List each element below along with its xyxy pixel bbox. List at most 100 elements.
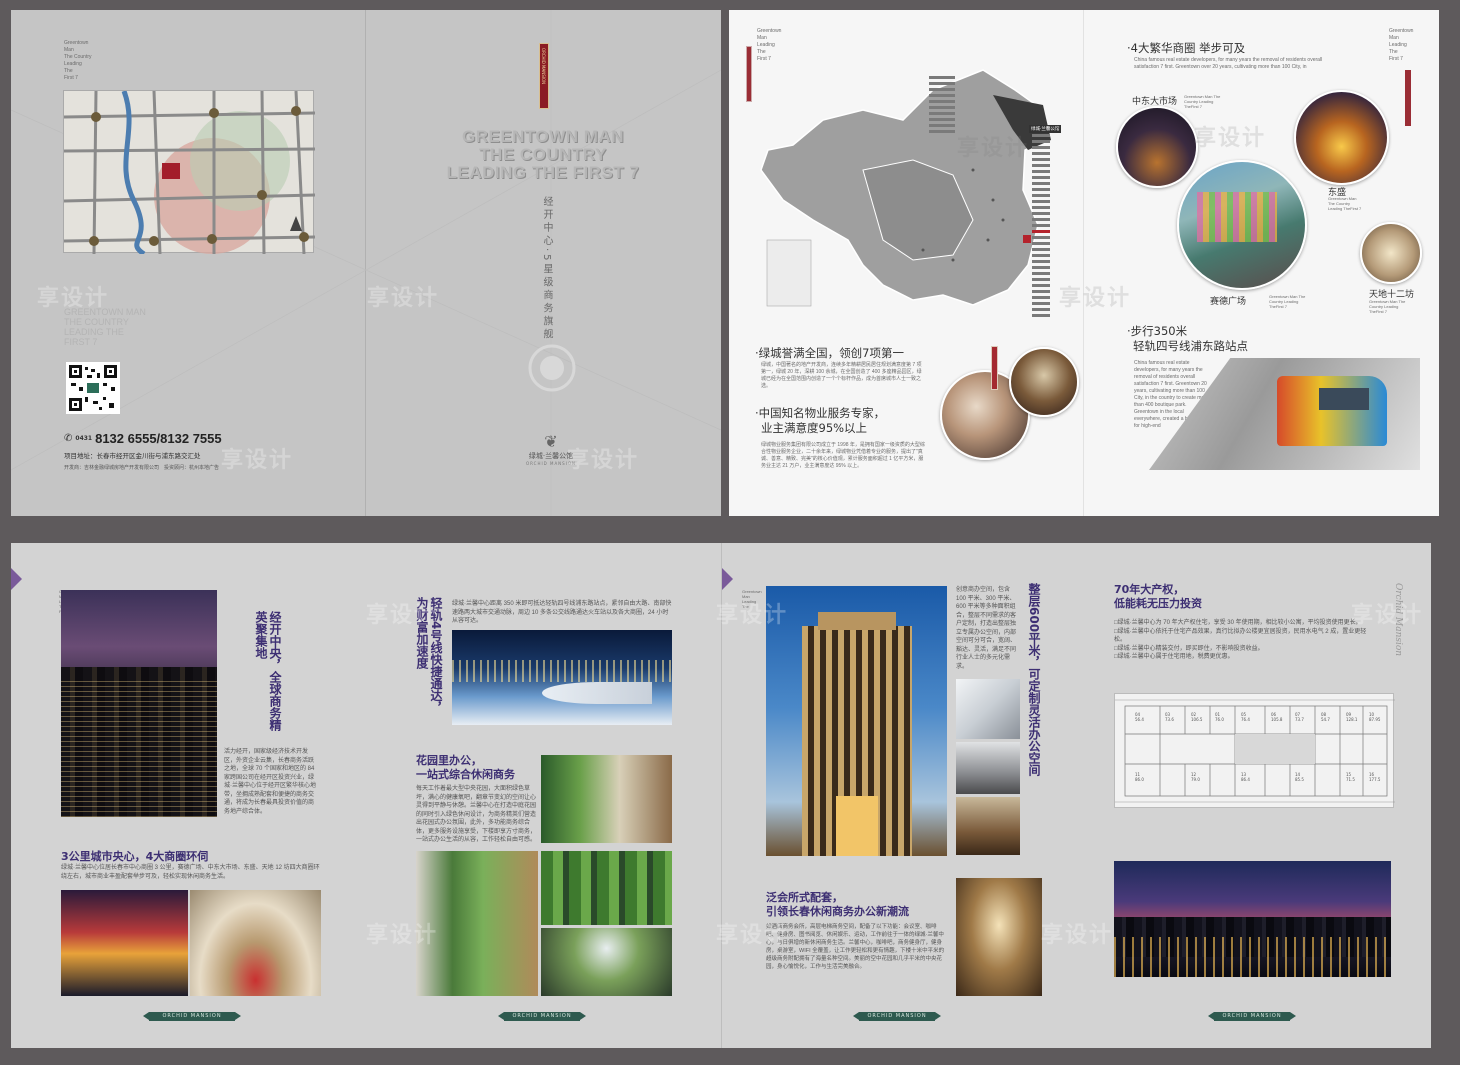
unit-label: 13 86.4	[1241, 772, 1250, 782]
unit-label: 07 73.7	[1295, 712, 1304, 722]
lobby-desk-photo	[956, 742, 1020, 794]
china-map	[760, 69, 1051, 307]
watermark: 享设计	[1194, 126, 1267, 151]
watermark: 享设计	[37, 286, 110, 311]
district-photo-saide	[1177, 160, 1307, 290]
body2-p3: 如酒店商务会所，高层电梯商务空间，配备了以下功能：会议室、咖啡吧、健身房、图书阅…	[766, 924, 945, 970]
fold-line	[1083, 10, 1084, 516]
watermark: 享设计	[221, 448, 294, 473]
label-en-dongsheng: Greentown Man The Country Leading TheFir…	[1328, 196, 1362, 211]
body-p1: 活力经开，国家级经济技术开发区，外资企业云集，长春商务活跃之地，全球 70 个国…	[224, 749, 316, 815]
cover-title: GREENTOWN MAN THE COUNTRY LEADING THE FI…	[446, 127, 640, 182]
watermark: 享设计	[1059, 286, 1132, 311]
service-photo-circle-small	[1009, 347, 1079, 417]
unit-label: 08 54.7	[1321, 712, 1330, 722]
unit-label: 03 73.6	[1165, 712, 1174, 722]
vertical-heading-p3: 整层600平米，可定制灵活办公空间	[1027, 583, 1041, 777]
heading-p4: 70年大产权， 低能耗无压力投资	[1114, 583, 1202, 610]
body-p3: 创意商办空间，包含 100 平米、300 平米、600 平米等多种面积组合，整层…	[956, 587, 1017, 670]
bullets-p4: □绿城·兰馨中心为 70 年大产权住宅，享受 30 年使用期，相比较小公寓，平均…	[1114, 620, 1367, 660]
heading2-p1: 3公里城市央心，4大商圈环伺	[61, 850, 209, 863]
heading-light-rail: ·步行350米 轻轨四号线浦东路站点	[1127, 324, 1248, 353]
project-address: 项目地址：长春市经开区金川街与浦东路交汇处	[64, 452, 201, 460]
inner-spread-2: GreentownManLeadingTheFirst 7 经开中央，全球商务精…	[11, 543, 1431, 1048]
unit-label: 06 105.8	[1271, 712, 1283, 722]
city-lights	[61, 677, 217, 817]
en-four-districts: China famous real estate developers, for…	[1134, 57, 1323, 70]
cover-small-english: Greentown Man The Country Leading The First 7	[64, 40, 92, 81]
panorama-lights	[1114, 937, 1391, 977]
city-list-upper	[929, 76, 959, 140]
bookmark-ribbon	[1405, 70, 1411, 126]
footer-ribbon-p4: ORCHID MANSION	[1208, 1012, 1296, 1021]
unit-label: 14 85.5	[1295, 772, 1304, 782]
inner-spread-1: Greentown Man Leading The First 7 绿城·兰馨公馆 ·绿…	[729, 10, 1439, 516]
location-map	[63, 90, 316, 257]
phone-icon: ✆	[64, 433, 73, 444]
heading2-p3: 泛会所式配套， 引领长春休闲商务办公新潮流	[766, 891, 909, 918]
watermark: 享设计	[957, 136, 1030, 161]
label-saide: 赛德广场	[1210, 297, 1247, 307]
district-photo-tiandi	[1360, 222, 1422, 284]
city-label-list	[1032, 128, 1052, 328]
page-tab-right	[722, 568, 733, 590]
tower-entrance	[836, 796, 878, 856]
flower-facade	[1197, 192, 1277, 242]
cover-ribbon-bookmark: ORCHID MANSION	[539, 43, 549, 109]
body-property-service: 绿城物业服务集团有限公司成立于 1998 年，是拥有国家一级资质的大型综合性物业…	[761, 442, 925, 469]
cover-vertical-slogan: 经开中心·5星级商务旗舰	[541, 196, 552, 342]
hotel-corridor-photo	[956, 878, 1042, 996]
unit-label: 02 106.5	[1191, 712, 1203, 722]
page-tab-left	[11, 568, 22, 590]
unit-label: 15 71.5	[1346, 772, 1355, 782]
watermark: 享设计	[716, 603, 789, 628]
label-en-tiandi: Greentown Man The Country Leading TheFir…	[1369, 299, 1406, 314]
train-nose	[542, 682, 652, 704]
body-p2: 绿城·兰馨中心距离 350 米即可抵达轻轨四号线浦东路站点，紧邻自由大路、南部快…	[452, 601, 672, 624]
city-night-photo	[61, 590, 217, 817]
heading2-p2: 花园里办公， 一站式综合休闲商务	[416, 754, 515, 781]
bookmark-ribbon	[746, 46, 752, 102]
train-body	[1277, 376, 1387, 446]
mall-interior-photo	[190, 890, 321, 996]
label-zhongdong: 中东大市场	[1132, 97, 1178, 107]
body2-p1: 绿城·兰馨中心位居长春市中心商圈 3 公里，赛德广场、中东大市场、东盛、天地 1…	[61, 865, 320, 880]
cover-spread: Greentown Man The Country Leading The First 7…	[11, 10, 721, 516]
heading-greentown-fame: ·绿城誉满全国，领创7项第一	[755, 346, 904, 360]
phone-number[interactable]: 8132 6555/8132 7555	[95, 431, 222, 446]
heading-four-districts: ·4大繁华商圈 举步可及	[1127, 41, 1246, 55]
bullet-train-night-photo	[452, 630, 672, 725]
phone-row: ✆ 0431 8132 6555/8132 7555	[64, 431, 222, 446]
district-photo-zhongdong	[1116, 106, 1198, 188]
floor-plan: 04 56.4 03 73.6 02 106.5 01 76.0 05 76.4…	[1114, 693, 1395, 808]
unit-label: 12 79.0	[1191, 772, 1200, 782]
label-en-saide: Greentown Man The Country Leading TheFir…	[1269, 294, 1306, 309]
qr-code[interactable]	[66, 362, 120, 414]
cover-english-block: GREENTOWN MAN THE COUNTRY LEADING THE FIRST…	[64, 307, 146, 347]
city-light-dots	[452, 660, 672, 682]
watermark: 享设计	[367, 286, 440, 311]
watermark: 享设计	[366, 923, 439, 948]
body2-p2: 每天工作着最大型中央花园，大面积绿色草坪，满心的健康氧吧，翻章节变幻的空间让心灵…	[416, 786, 537, 843]
watermark: 享设计	[1351, 603, 1424, 628]
unit-label: 09 128.1	[1346, 712, 1358, 722]
body-greentown-fame: 绿城，中国著名的地产开发商，连续多年精耕居民居住规划满意度第 7 项第一，绿城 …	[761, 362, 922, 389]
district-photo-dongsheng	[1294, 90, 1389, 185]
shopping-street-photo	[61, 890, 188, 996]
red-bookmark	[991, 346, 998, 390]
vertical-heading-p1: 经开中央，全球商务精英聚集地	[254, 611, 282, 731]
unit-label: 01 76.0	[1215, 712, 1224, 722]
skylight-garden-photo	[541, 928, 672, 996]
watermark: 享设计	[716, 923, 789, 948]
green-wall-atrium-photo	[541, 755, 672, 843]
label-en-zhongdong: Greentown Man The Country Leading TheFir…	[1184, 94, 1221, 109]
unit-label: 10 87.95	[1369, 712, 1381, 722]
footer-ribbon-p3: ORCHID MANSION	[853, 1012, 941, 1021]
small-english-right: Greentown Man Leading The First 7	[1389, 28, 1414, 62]
footer-ribbon-p1: ORCHID MANSION	[143, 1012, 241, 1021]
watermark: 享设计	[1041, 923, 1114, 948]
watermark: 享设计	[366, 603, 439, 628]
footer-ribbon-p2: ORCHID MANSION	[498, 1012, 586, 1021]
location-map-drawing	[63, 90, 316, 257]
city-panorama-photo	[1114, 861, 1391, 977]
